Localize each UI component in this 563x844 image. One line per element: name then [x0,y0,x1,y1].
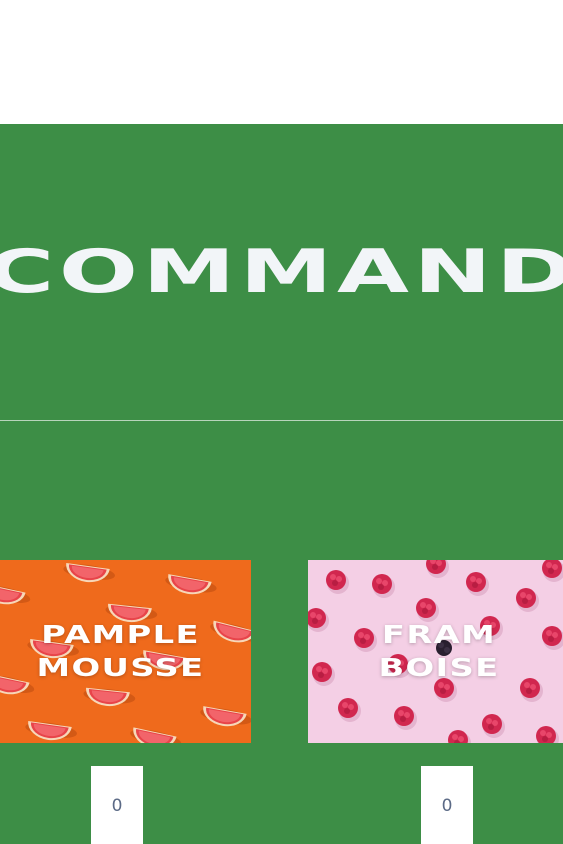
product-card-pamplemousse[interactable]: PAMPLE MOUSSE [0,560,251,743]
product-label: FRAM BOISE [308,618,563,684]
quantity-field-framboise[interactable]: 0 [421,766,473,844]
quantity-value: 0 [441,796,453,816]
product-label-line1: FRAM [381,620,497,649]
order-section: COMMANDER [0,124,563,844]
product-card-framboise[interactable]: FRAM BOISE [308,560,563,743]
quantity-value: 0 [111,796,123,816]
quantity-field-pamplemousse[interactable]: 0 [91,766,143,844]
section-divider [0,420,563,421]
product-label-line2: BOISE [378,653,500,682]
top-blank-area [0,0,563,124]
product-label-line2: MOUSSE [36,653,205,682]
page-title: COMMANDER [0,237,563,307]
product-label: PAMPLE MOUSSE [0,618,251,684]
product-label-line1: PAMPLE [41,620,200,649]
